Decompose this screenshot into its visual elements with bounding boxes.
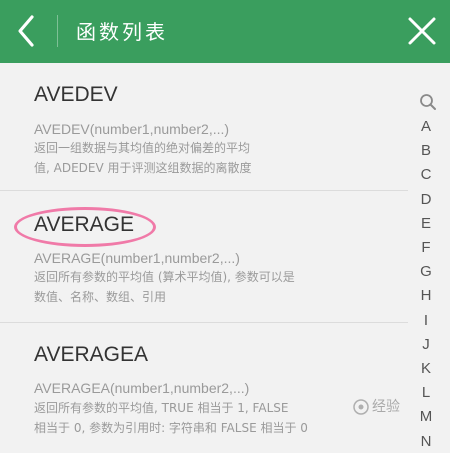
function-syntax: AVERAGEA(number1,number2,...) [34, 380, 250, 396]
function-description-line: 返回一组数据与其均值的绝对偏差的平均 [34, 141, 251, 155]
index-letter-e[interactable]: E [408, 214, 444, 234]
watermark-logo-icon [353, 399, 369, 415]
watermark: 经验 [372, 399, 400, 415]
index-letter-f[interactable]: F [408, 238, 444, 258]
page-title: 函数列表 [76, 20, 168, 44]
index-letter-g[interactable]: G [408, 262, 444, 282]
index-letter-b[interactable]: B [408, 141, 444, 161]
function-syntax: AVEDEV(number1,number2,...) [34, 121, 230, 137]
function-syntax: AVERAGE(number1,number2,...) [34, 250, 240, 266]
app-header: 函数列表 [0, 0, 450, 63]
close-icon [408, 17, 436, 45]
function-item-avedev[interactable]: AVEDEV AVEDEV(number1,number2,...) 返回一组数… [0, 63, 408, 189]
function-description-line: 返回所有参数的平均值, TRUE 相当于 1, FALSE [34, 401, 289, 415]
close-button[interactable] [402, 11, 442, 51]
index-letter-m[interactable]: M [408, 407, 444, 427]
function-name: AVERAGE [34, 213, 134, 236]
function-description-line: 返回所有参数的平均值 (算术平均值), 参数可以是 [34, 270, 295, 284]
index-letter-k[interactable]: K [408, 359, 444, 379]
function-description-line: 相当于 0, 参数为引用时: 字符串和 FALSE 相当于 0 [34, 421, 308, 435]
alphabet-index[interactable]: ABCDEFGHIJKLMN [408, 85, 450, 450]
function-name: AVERAGEA [34, 343, 148, 366]
index-letter-l[interactable]: L [408, 383, 444, 403]
index-letter-i[interactable]: I [408, 311, 444, 331]
function-name: AVEDEV [34, 83, 118, 106]
function-description-line: 值, ADEDEV 用于评测这组数据的离散度 [34, 161, 252, 175]
search-icon[interactable] [419, 93, 437, 111]
index-letter-j[interactable]: J [408, 335, 444, 355]
index-letter-c[interactable]: C [408, 165, 444, 185]
function-item-averagea[interactable]: AVERAGEA AVERAGEA(number1,number2,...) 返… [0, 323, 408, 453]
index-letter-n[interactable]: N [408, 432, 444, 452]
header-divider [57, 15, 58, 47]
index-letter-d[interactable]: D [408, 190, 444, 210]
chevron-left-icon [18, 15, 34, 47]
index-letter-h[interactable]: H [408, 286, 444, 306]
function-item-average[interactable]: AVERAGE AVERAGE(number1,number2,...) 返回所… [0, 191, 408, 321]
index-letter-a[interactable]: A [408, 117, 444, 137]
back-button[interactable] [8, 11, 48, 51]
function-description-line: 数值、名称、数组、引用 [34, 290, 167, 304]
